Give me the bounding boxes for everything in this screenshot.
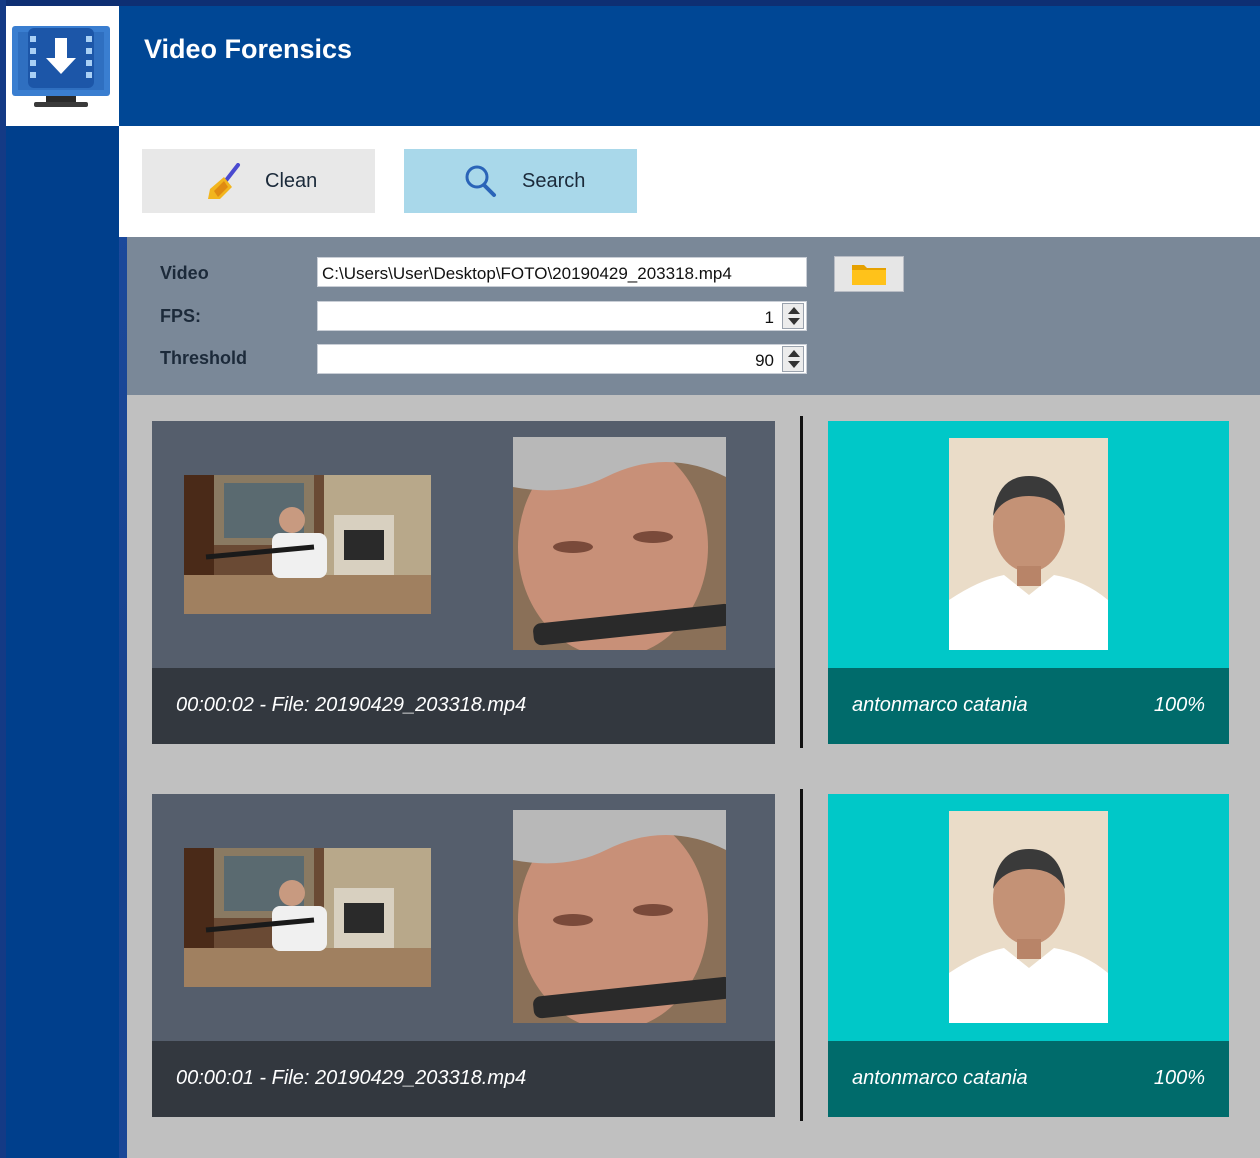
fps-input[interactable]: 1	[317, 301, 807, 331]
result-frame-card[interactable]	[152, 794, 775, 1041]
match-name: antonmarco catania	[852, 694, 1028, 716]
match-score: 100%	[1153, 1067, 1205, 1089]
threshold-label: Threshold	[160, 348, 248, 368]
match-card[interactable]	[828, 794, 1229, 1041]
match-photo	[949, 811, 1108, 1023]
folder-icon	[852, 265, 886, 285]
search-button-label: Search	[522, 170, 586, 192]
result-caption-text: 00:00:01 - File: 20190429_203318.mp4	[176, 1067, 527, 1089]
match-name: antonmarco catania	[852, 1067, 1028, 1089]
clean-button-label: Clean	[265, 170, 318, 192]
spin-up-icon	[788, 350, 800, 357]
video-path-input[interactable]: C:\Users\User\Desktop\FOTO\20190429_2033…	[317, 257, 807, 287]
sidebar	[6, 126, 119, 1158]
app-logo	[6, 6, 119, 126]
fps-spinner[interactable]	[782, 303, 804, 329]
broom-icon	[204, 163, 244, 207]
match-caption: antonmarco catania 100%	[828, 1041, 1229, 1117]
spin-up-icon	[788, 307, 800, 314]
match-photo	[949, 438, 1108, 650]
browse-folder-button[interactable]	[834, 256, 904, 292]
result-divider	[800, 416, 803, 748]
video-frame-thumbnail	[184, 475, 431, 614]
fps-label: FPS:	[160, 306, 202, 326]
match-caption: antonmarco catania 100%	[828, 668, 1229, 744]
spin-down-icon	[788, 318, 800, 325]
magnifier-icon	[464, 163, 498, 205]
match-score: 100%	[1153, 694, 1205, 716]
face-crop-thumbnail	[513, 810, 726, 1023]
title-bar	[119, 6, 1260, 126]
clean-button[interactable]: Clean	[142, 149, 375, 213]
result-frame-card[interactable]	[152, 421, 775, 668]
threshold-spinner[interactable]	[782, 346, 804, 372]
monitor-download-icon	[12, 26, 110, 107]
video-label: Video	[160, 263, 209, 283]
threshold-input[interactable]: 90	[317, 344, 807, 374]
video-frame-thumbnail	[184, 848, 431, 987]
result-divider	[800, 789, 803, 1121]
search-button[interactable]: Search	[404, 149, 637, 213]
result-caption: 00:00:01 - File: 20190429_203318.mp4	[152, 1041, 775, 1117]
spin-down-icon	[788, 361, 800, 368]
result-caption-text: 00:00:02 - File: 20190429_203318.mp4	[176, 694, 527, 716]
match-card[interactable]	[828, 421, 1229, 668]
app-title: Video Forensics	[144, 34, 353, 64]
result-caption: 00:00:02 - File: 20190429_203318.mp4	[152, 668, 775, 744]
face-crop-thumbnail	[513, 437, 726, 650]
